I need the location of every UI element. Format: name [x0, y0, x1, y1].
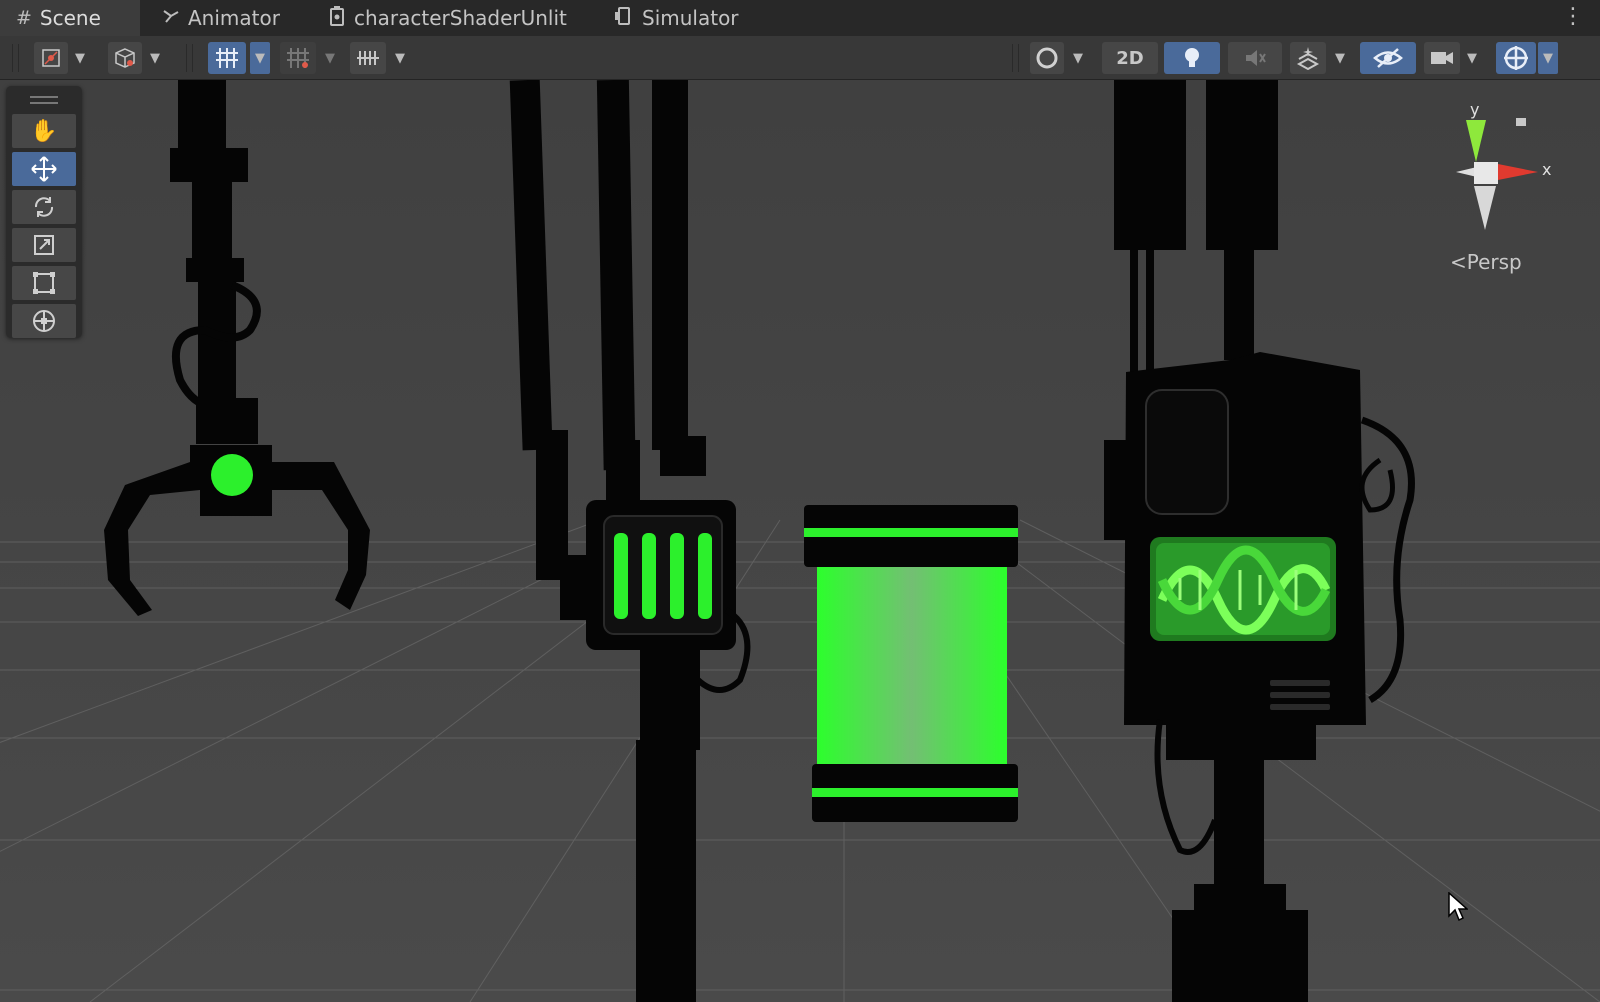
- move-tool-icon[interactable]: [12, 152, 76, 186]
- effects-dropdown[interactable]: ▼: [1330, 42, 1350, 74]
- draw-mode-dropdown[interactable]: ▼: [70, 42, 90, 74]
- device-simulator-icon: [614, 6, 634, 30]
- scene-render: [0, 80, 1600, 1002]
- tab-simulator[interactable]: Simulator: [598, 0, 755, 36]
- camera-dropdown[interactable]: ▼: [1462, 42, 1482, 74]
- grid-snap-icon[interactable]: [208, 42, 246, 74]
- tab-label: Animator: [188, 6, 280, 30]
- hand-tool-icon[interactable]: ✋: [12, 114, 76, 148]
- draw-mode-icon[interactable]: [34, 42, 68, 74]
- more-options-icon[interactable]: ⋮: [1562, 4, 1584, 29]
- transform-tool-icon[interactable]: [12, 304, 76, 338]
- tab-label: Simulator: [642, 6, 739, 30]
- glow-tank: [804, 505, 1018, 822]
- effects-icon[interactable]: [1290, 42, 1326, 74]
- gizmo-x-label: x: [1542, 160, 1552, 179]
- gizmo-y-label: y: [1470, 100, 1480, 119]
- scene-viewport[interactable]: [0, 80, 1600, 1002]
- scene-visibility-icon[interactable]: [1360, 42, 1416, 74]
- orientation-gizmo[interactable]: y x: [1410, 96, 1560, 246]
- tab-animator[interactable]: Animator: [146, 0, 296, 36]
- animator-icon: [162, 7, 180, 30]
- palette-drag-handle[interactable]: [30, 96, 58, 104]
- gizmos-dropdown[interactable]: ▼: [1538, 42, 1558, 74]
- lighting-bulb-icon[interactable]: [1164, 42, 1220, 74]
- tab-scene[interactable]: # Scene: [0, 0, 140, 36]
- render-mode-dropdown[interactable]: ▼: [145, 42, 165, 74]
- gizmos-icon[interactable]: [1496, 42, 1536, 74]
- dna-machine-vents: [1270, 680, 1330, 710]
- claw-green-light: [211, 454, 253, 496]
- scene-toolbar: ▼ ▼ ▼ ▼ ▼ ▼ 2D ▼ ▼ ▼: [0, 36, 1600, 80]
- tab-bar: # Scene Animator characterShaderUnlit Si…: [0, 0, 1600, 36]
- tab-label: Scene: [39, 6, 101, 30]
- grid-hash-icon: #: [16, 7, 32, 29]
- shading-mode-dropdown[interactable]: ▼: [1068, 42, 1088, 74]
- toolbar-grip[interactable]: [186, 44, 193, 72]
- shader-graph-icon: [328, 5, 346, 32]
- grid-ruler-icon[interactable]: [350, 42, 386, 74]
- scale-tool-icon[interactable]: [12, 228, 76, 262]
- incremental-snap-dropdown[interactable]: ▼: [320, 42, 340, 74]
- render-mode-cube-icon[interactable]: [108, 42, 142, 74]
- grid-ruler-dropdown[interactable]: ▼: [390, 42, 410, 74]
- incremental-snap-icon[interactable]: [280, 42, 316, 74]
- tab-label: characterShaderUnlit: [354, 6, 567, 30]
- tools-palette: ✋: [6, 86, 82, 338]
- toolbar-grip[interactable]: [12, 44, 19, 72]
- projection-label: Persp: [1466, 250, 1522, 274]
- rect-tool-icon[interactable]: [12, 266, 76, 300]
- grid-snap-dropdown[interactable]: ▼: [250, 42, 270, 74]
- audio-mute-icon[interactable]: [1228, 42, 1282, 74]
- camera-icon[interactable]: [1424, 42, 1460, 74]
- 2d-toggle[interactable]: 2D: [1102, 42, 1158, 74]
- rotate-tool-icon[interactable]: [12, 190, 76, 224]
- projection-toggle[interactable]: <Persp: [1450, 250, 1522, 274]
- shading-sphere-icon[interactable]: [1030, 42, 1064, 74]
- toolbar-grip[interactable]: [1012, 44, 1019, 72]
- tab-character-shader-unlit[interactable]: characterShaderUnlit: [312, 0, 583, 36]
- perspective-chevron-icon: <: [1450, 250, 1467, 274]
- mouse-cursor-icon: [1448, 891, 1469, 926]
- dna-screen: [1150, 537, 1336, 641]
